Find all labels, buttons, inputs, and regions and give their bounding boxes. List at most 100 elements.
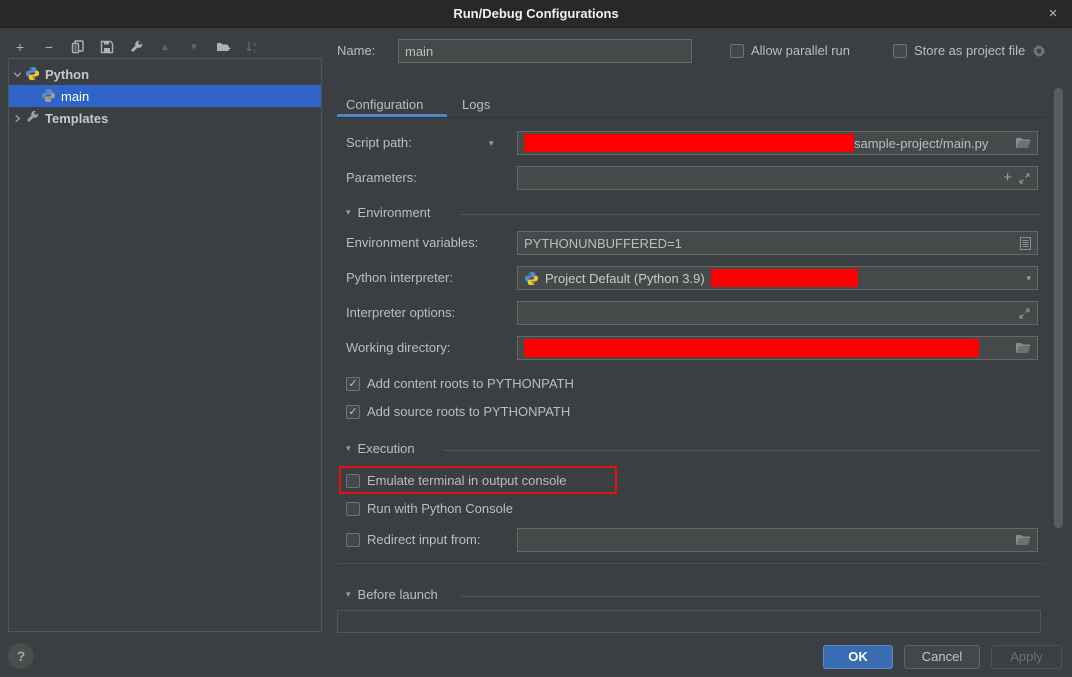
- edit-variables-icon[interactable]: [1020, 237, 1031, 250]
- move-down-button[interactable]: ▼: [186, 39, 202, 55]
- before-launch-task-list[interactable]: [337, 610, 1041, 633]
- sort-az-icon: az: [245, 40, 259, 54]
- move-up-button[interactable]: ▲: [157, 39, 173, 55]
- save-configuration-button[interactable]: [99, 39, 115, 55]
- expand-field-icon[interactable]: [1018, 307, 1031, 320]
- add-source-roots-label: Add source roots to PYTHONPATH: [367, 404, 570, 419]
- ok-button[interactable]: OK: [823, 645, 893, 669]
- sidebar-item-main[interactable]: main: [9, 85, 321, 107]
- add-source-roots-checkbox[interactable]: ✓ Add source roots to PYTHONPATH: [346, 404, 570, 419]
- working-directory-input[interactable]: [517, 336, 1038, 360]
- python-interpreter-label: Python interpreter:: [346, 266, 453, 290]
- environment-section-title: Environment: [358, 205, 431, 220]
- emulate-terminal-checkbox[interactable]: Emulate terminal in output console: [346, 473, 566, 488]
- checkbox-unchecked[interactable]: [346, 502, 360, 516]
- up-arrow-icon: ▲: [160, 42, 170, 53]
- vertical-scrollbar[interactable]: [1054, 88, 1063, 528]
- remove-configuration-button[interactable]: −: [41, 39, 57, 55]
- copy-configuration-button[interactable]: [70, 39, 86, 55]
- name-value: main: [405, 44, 433, 59]
- name-label: Name:: [337, 39, 375, 63]
- sidebar-item-templates[interactable]: Templates: [9, 107, 321, 129]
- edit-templates-button[interactable]: [128, 39, 144, 55]
- interpreter-options-input[interactable]: [517, 301, 1038, 325]
- copy-icon: [71, 40, 85, 54]
- checkbox-unchecked[interactable]: [893, 44, 907, 58]
- chevron-down-icon[interactable]: [9, 70, 25, 79]
- parameters-input[interactable]: +: [517, 166, 1038, 190]
- sort-configurations-icon[interactable]: az: [244, 39, 260, 55]
- checkbox-unchecked[interactable]: [346, 533, 360, 547]
- script-path-label: Script path:: [346, 131, 412, 155]
- configurations-toolbar: + − ▲ ▼ az: [12, 37, 260, 57]
- checkbox-unchecked[interactable]: [730, 44, 744, 58]
- save-icon: [100, 40, 114, 54]
- add-configuration-button[interactable]: +: [12, 39, 28, 55]
- run-with-python-console-checkbox[interactable]: Run with Python Console: [346, 501, 513, 516]
- redirect-input-checkbox[interactable]: Redirect input from:: [346, 532, 480, 547]
- redaction-overlay: [711, 269, 858, 287]
- redaction-overlay: [524, 339, 979, 357]
- run-debug-configurations-dialog: Run/Debug Configurations × + − ▲ ▼ az Py…: [0, 0, 1072, 677]
- script-path-value: sample-project/main.py: [854, 136, 988, 151]
- section-collapse-icon[interactable]: ▾: [346, 443, 351, 454]
- python-icon: [524, 271, 539, 286]
- section-collapse-icon[interactable]: ▾: [346, 589, 351, 600]
- before-launch-section-title: Before launch: [358, 587, 438, 602]
- script-path-input[interactable]: sample-project/main.py: [517, 131, 1038, 155]
- gear-icon[interactable]: [1032, 44, 1046, 58]
- add-content-roots-label: Add content roots to PYTHONPATH: [367, 376, 574, 391]
- allow-parallel-run-label: Allow parallel run: [751, 43, 850, 58]
- expand-field-icon[interactable]: [1018, 172, 1031, 185]
- add-macro-icon[interactable]: +: [1003, 171, 1012, 185]
- environment-variables-input[interactable]: PYTHONUNBUFFERED=1: [517, 231, 1038, 255]
- section-collapse-icon[interactable]: ▾: [346, 207, 351, 218]
- checkbox-unchecked[interactable]: [346, 474, 360, 488]
- scroll-viewport-edge: [337, 563, 1046, 564]
- sidebar-item-python[interactable]: Python: [9, 63, 321, 85]
- configurations-tree: Python main Templates: [8, 58, 322, 632]
- python-interpreter-select[interactable]: Project Default (Python 3.9) ▾: [517, 266, 1038, 290]
- before-launch-section-header[interactable]: ▾ Before launch: [346, 587, 438, 602]
- help-button[interactable]: ?: [8, 643, 34, 669]
- browse-folder-icon[interactable]: [1015, 137, 1031, 150]
- add-content-roots-checkbox[interactable]: ✓ Add content roots to PYTHONPATH: [346, 376, 574, 391]
- dropdown-arrow-icon[interactable]: ▾: [1026, 273, 1031, 284]
- environment-variables-label: Environment variables:: [346, 231, 478, 255]
- name-input[interactable]: main: [398, 39, 692, 63]
- tree-item-label: Templates: [45, 111, 108, 126]
- browse-folder-icon[interactable]: [1015, 342, 1031, 355]
- python-icon: [41, 88, 57, 104]
- allow-parallel-run-checkbox[interactable]: Allow parallel run: [730, 43, 850, 58]
- execution-section-title: Execution: [358, 441, 415, 456]
- plus-icon: +: [16, 39, 24, 55]
- tab-logs[interactable]: Logs: [462, 93, 490, 117]
- run-with-python-console-label: Run with Python Console: [367, 501, 513, 516]
- checkbox-checked[interactable]: ✓: [346, 405, 360, 419]
- apply-button[interactable]: Apply: [991, 645, 1062, 669]
- minus-icon: −: [45, 39, 53, 55]
- interpreter-options-label: Interpreter options:: [346, 301, 455, 325]
- execution-section-header[interactable]: ▾ Execution: [346, 441, 415, 456]
- svg-text:a: a: [253, 42, 257, 48]
- checkbox-checked[interactable]: ✓: [346, 377, 360, 391]
- cancel-button[interactable]: Cancel: [904, 645, 980, 669]
- redirect-input-field[interactable]: [517, 528, 1038, 552]
- chevron-right-icon[interactable]: [9, 114, 25, 123]
- store-as-project-file-checkbox[interactable]: Store as project file: [893, 43, 1046, 58]
- browse-folder-icon[interactable]: [1015, 534, 1031, 547]
- tree-item-label: main: [61, 89, 89, 104]
- python-icon: [25, 66, 41, 82]
- active-tab-underline: [337, 114, 447, 117]
- section-divider: [460, 214, 1040, 215]
- environment-variables-value: PYTHONUNBUFFERED=1: [524, 236, 682, 251]
- script-path-dropdown-icon[interactable]: ▾: [489, 138, 494, 149]
- parameters-label: Parameters:: [346, 166, 417, 190]
- close-icon[interactable]: ×: [1042, 3, 1064, 25]
- redaction-overlay: [524, 134, 854, 152]
- new-folder-button[interactable]: [215, 39, 231, 55]
- environment-section-header[interactable]: ▾ Environment: [346, 205, 431, 220]
- working-directory-label: Working directory:: [346, 336, 451, 360]
- tree-item-label: Python: [45, 67, 89, 82]
- titlebar: Run/Debug Configurations ×: [0, 0, 1072, 28]
